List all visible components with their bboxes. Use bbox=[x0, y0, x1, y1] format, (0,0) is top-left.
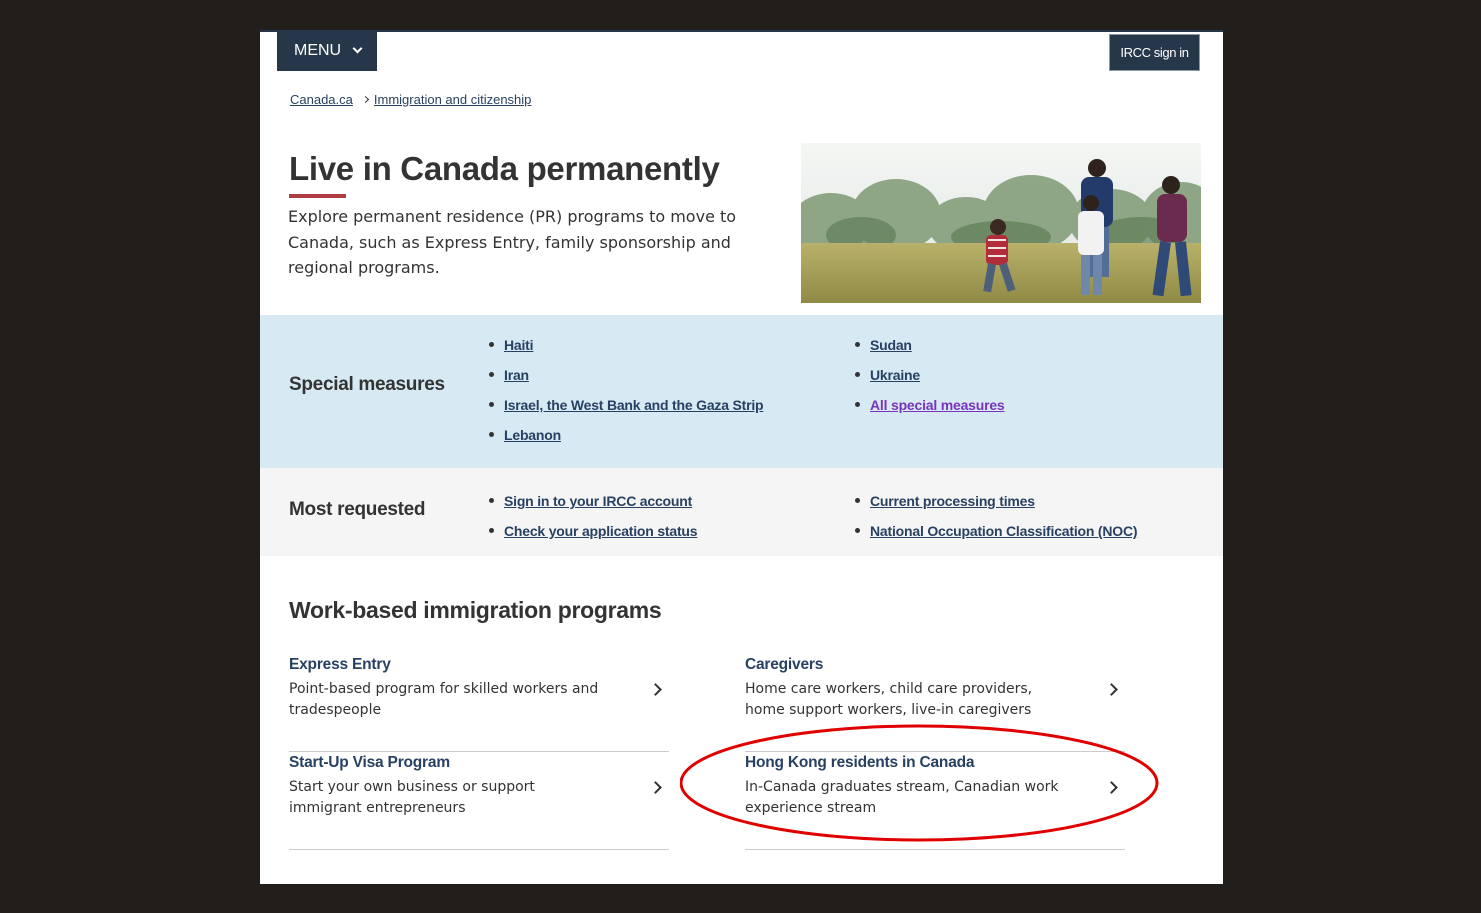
list-item: Israel, the West Bank and the Gaza Strip bbox=[488, 390, 764, 420]
menu-label: MENU bbox=[294, 41, 342, 59]
link-israel-gaza[interactable]: Israel, the West Bank and the Gaza Strip bbox=[504, 397, 764, 413]
link-application-status[interactable]: Check your application status bbox=[504, 523, 698, 539]
list-item: All special measures bbox=[854, 390, 1005, 420]
intro-text: Explore permanent residence (PR) program… bbox=[288, 207, 737, 277]
breadcrumb-link-canada[interactable]: Canada.ca bbox=[290, 92, 353, 107]
card-title: Express Entry bbox=[289, 656, 391, 673]
link-lebanon[interactable]: Lebanon bbox=[504, 427, 561, 443]
chevron-right-icon bbox=[649, 683, 662, 696]
special-measures-list-2: Sudan Ukraine All special measures bbox=[854, 330, 1005, 420]
page-title: Live in Canada permanently bbox=[289, 150, 720, 187]
title-underline bbox=[289, 194, 346, 198]
program-card-caregivers[interactable]: Caregivers Home care workers, child care… bbox=[745, 654, 1125, 752]
programs-section-title: Work-based immigration programs bbox=[289, 597, 662, 623]
sign-in-label: IRCC sign in bbox=[1120, 45, 1189, 60]
card-title: Hong Kong residents in Canada bbox=[745, 754, 975, 771]
program-card-start-up-visa[interactable]: Start-Up Visa Program Start your own bus… bbox=[289, 752, 669, 850]
link-sign-in-ircc[interactable]: Sign in to your IRCC account bbox=[504, 493, 692, 509]
card-description: In-Canada graduates stream, Canadian wor… bbox=[745, 779, 1059, 816]
link-haiti[interactable]: Haiti bbox=[504, 337, 534, 353]
link-noc[interactable]: National Occupation Classification (NOC) bbox=[870, 523, 1138, 539]
list-item: Sign in to your IRCC account bbox=[488, 486, 697, 516]
list-item: Ukraine bbox=[854, 360, 1005, 390]
page-container: MENU IRCC sign in Canada.ca Immigration … bbox=[260, 30, 1223, 884]
chevron-right-icon bbox=[1105, 683, 1118, 696]
card-title: Caregivers bbox=[745, 656, 824, 673]
most-requested-list-2: Current processing times National Occupa… bbox=[854, 486, 1138, 546]
link-ukraine[interactable]: Ukraine bbox=[870, 367, 920, 383]
special-measures-band: Special measures Haiti Iran Israel, the … bbox=[260, 315, 1223, 468]
breadcrumb: Canada.ca Immigration and citizenship bbox=[290, 92, 531, 107]
card-description: Home care workers, child care providers,… bbox=[745, 681, 1033, 718]
breadcrumb-link-immigration[interactable]: Immigration and citizenship bbox=[374, 92, 532, 107]
hero-illustration bbox=[801, 143, 1201, 303]
program-card-express-entry[interactable]: Express Entry Point-based program for sk… bbox=[289, 654, 669, 752]
link-all-special-measures[interactable]: All special measures bbox=[870, 397, 1005, 413]
hero-image-family-running bbox=[801, 143, 1201, 303]
most-requested-list-1: Sign in to your IRCC account Check your … bbox=[488, 486, 698, 546]
special-measures-heading: Special measures bbox=[289, 374, 445, 395]
program-card-hong-kong-residents[interactable]: Hong Kong residents in Canada In-Canada … bbox=[745, 752, 1125, 850]
list-item: National Occupation Classification (NOC) bbox=[854, 516, 1138, 546]
link-sudan[interactable]: Sudan bbox=[870, 337, 912, 353]
link-iran[interactable]: Iran bbox=[504, 367, 529, 383]
menu-button[interactable]: MENU bbox=[277, 30, 377, 71]
list-item: Current processing times bbox=[854, 486, 1137, 516]
link-processing-times[interactable]: Current processing times bbox=[870, 493, 1035, 509]
chevron-right-icon bbox=[649, 781, 662, 794]
chevron-right-icon bbox=[1105, 781, 1118, 794]
list-item: Sudan bbox=[854, 330, 1005, 360]
most-requested-heading: Most requested bbox=[289, 499, 426, 520]
card-description: Start your own business or support immig… bbox=[289, 779, 535, 816]
chevron-down-icon bbox=[352, 43, 363, 54]
list-item: Lebanon bbox=[488, 420, 763, 450]
most-requested-band: Most requested Sign in to your IRCC acco… bbox=[260, 468, 1223, 556]
list-item: Haiti bbox=[488, 330, 763, 360]
ircc-sign-in-button[interactable]: IRCC sign in bbox=[1109, 34, 1200, 71]
list-item: Iran bbox=[488, 360, 763, 390]
chevron-right-icon bbox=[361, 95, 369, 104]
special-measures-list-1: Haiti Iran Israel, the West Bank and the… bbox=[488, 330, 764, 450]
card-description: Point-based program for skilled workers … bbox=[289, 681, 599, 718]
card-title: Start-Up Visa Program bbox=[289, 754, 450, 771]
top-border bbox=[260, 30, 1223, 32]
list-item: Check your application status bbox=[488, 516, 698, 546]
